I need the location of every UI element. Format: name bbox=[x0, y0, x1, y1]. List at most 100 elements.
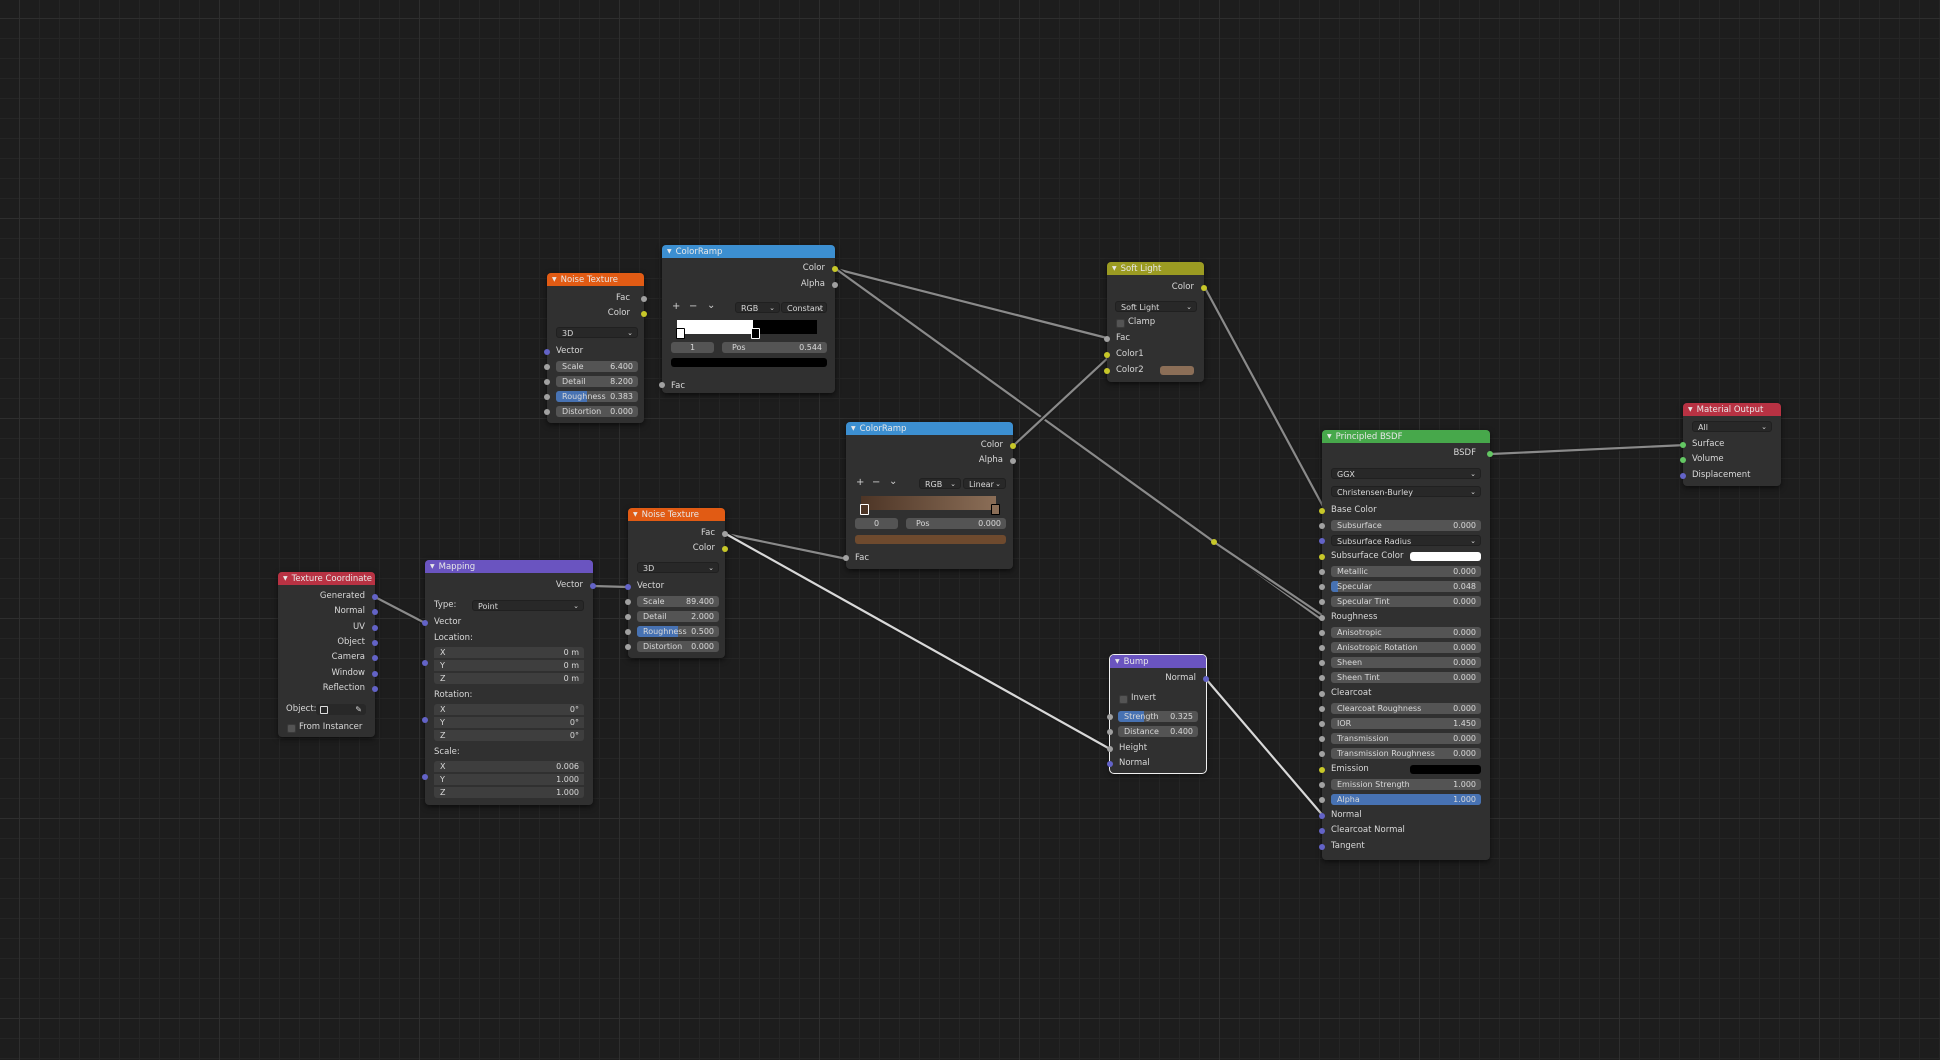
output-bsdf-socket[interactable] bbox=[1487, 451, 1493, 457]
scale-field[interactable]: Scale 6.400 bbox=[556, 361, 638, 372]
stop-position-field[interactable]: Pos 0.544 bbox=[722, 342, 827, 353]
link-texcoord-to-mapping[interactable] bbox=[374, 596, 426, 624]
input-scale-socket[interactable] bbox=[422, 774, 428, 780]
displacement-socket[interactable] bbox=[1680, 473, 1686, 479]
alpha-socket[interactable] bbox=[1319, 797, 1325, 803]
noise-texture-node-2[interactable]: ▼ Noise Texture Fac Color 3D ⌄ Vector Scal… bbox=[625, 508, 728, 658]
ramp-stop-handle-0[interactable] bbox=[860, 504, 869, 515]
clearcoat-socket[interactable] bbox=[1319, 691, 1325, 697]
anisotropic-rotation-socket[interactable] bbox=[1319, 645, 1325, 651]
collapse-arrow-icon[interactable]: ▼ bbox=[283, 572, 288, 585]
remove-stop-button[interactable]: − bbox=[689, 302, 697, 312]
soft-light-header[interactable]: ▼ Soft Light bbox=[1107, 262, 1204, 275]
collapse-arrow-icon[interactable]: ▼ bbox=[1112, 262, 1117, 275]
invert-checkbox[interactable] bbox=[1119, 695, 1128, 704]
output-object-socket[interactable] bbox=[372, 640, 378, 646]
mapping-node[interactable]: ▼ Mapping Vector Type: Point ⌄ Vector Loca… bbox=[422, 560, 596, 805]
collapse-arrow-icon[interactable]: ▼ bbox=[851, 422, 856, 435]
emission-color-swatch[interactable] bbox=[1410, 765, 1481, 774]
ramp-menu-icon[interactable]: ⌄ bbox=[707, 301, 715, 311]
output-alpha-socket[interactable] bbox=[1010, 458, 1016, 464]
dimensions-dropdown[interactable]: 3D ⌄ bbox=[556, 327, 638, 338]
transmission-roughness-field[interactable]: Transmission Roughness 0.000 bbox=[1331, 748, 1481, 759]
input-rotation-socket[interactable] bbox=[422, 717, 428, 723]
clearcoat-normal-socket[interactable] bbox=[1319, 828, 1325, 834]
anisotropic-field[interactable]: Anisotropic 0.000 bbox=[1331, 627, 1481, 638]
principled-bsdf-node[interactable]: ▼ Principled BSDF BSDF GGX ⌄ Christensen-B… bbox=[1319, 430, 1493, 860]
ramp-stop-handle-0[interactable] bbox=[676, 328, 685, 339]
distortion-field[interactable]: Distortion 0.000 bbox=[556, 406, 638, 417]
clamp-checkbox[interactable] bbox=[1116, 319, 1125, 328]
subsurface-radius-socket[interactable] bbox=[1319, 538, 1325, 544]
output-window-socket[interactable] bbox=[372, 671, 378, 677]
output-alpha-socket[interactable] bbox=[832, 282, 838, 288]
add-stop-button[interactable]: + bbox=[672, 302, 680, 312]
strength-socket[interactable] bbox=[1107, 714, 1113, 720]
link-mapping-to-noise2[interactable] bbox=[592, 584, 629, 589]
distribution-dropdown[interactable]: GGX ⌄ bbox=[1331, 468, 1481, 479]
tangent-socket[interactable] bbox=[1319, 844, 1325, 850]
clearcoat-roughness-socket[interactable] bbox=[1319, 706, 1325, 712]
surface-socket[interactable] bbox=[1680, 442, 1686, 448]
anisotropic-rotation-field[interactable]: Anisotropic Rotation 0.000 bbox=[1331, 642, 1481, 653]
transmission-field[interactable]: Transmission 0.000 bbox=[1331, 733, 1481, 744]
sheen-tint-socket[interactable] bbox=[1319, 675, 1325, 681]
output-normal-socket[interactable] bbox=[372, 609, 378, 615]
link-softlight-to-bsdf-basecolor[interactable] bbox=[1203, 285, 1326, 511]
detail-socket[interactable] bbox=[544, 379, 550, 385]
input-fac-socket[interactable] bbox=[843, 555, 849, 561]
detail-field[interactable]: Detail 2.000 bbox=[637, 611, 719, 622]
interpolation-dropdown[interactable]: Constant ⌄ bbox=[781, 302, 827, 313]
input-color1-socket[interactable] bbox=[1104, 352, 1110, 358]
roughness-socket[interactable] bbox=[625, 629, 631, 635]
input-vector-socket[interactable] bbox=[544, 349, 550, 355]
scale-socket[interactable] bbox=[544, 364, 550, 370]
base-color-socket[interactable] bbox=[1319, 508, 1325, 514]
roughness-socket[interactable] bbox=[544, 394, 550, 400]
output-fac-socket[interactable] bbox=[641, 296, 647, 302]
distortion-socket[interactable] bbox=[544, 409, 550, 415]
collapse-arrow-icon[interactable]: ▼ bbox=[1115, 655, 1120, 668]
distance-socket[interactable] bbox=[1107, 729, 1113, 735]
distance-field[interactable]: Distance 0.400 bbox=[1118, 726, 1198, 737]
link-ramp1-to-softlight-fac[interactable] bbox=[835, 267, 1112, 341]
specular-tint-socket[interactable] bbox=[1319, 599, 1325, 605]
alpha-field[interactable]: Alpha 1.000 bbox=[1331, 794, 1481, 805]
ramp-stop-handle-1[interactable] bbox=[991, 504, 1000, 515]
principled-bsdf-header[interactable]: ▼ Principled BSDF bbox=[1322, 430, 1490, 443]
remove-stop-button[interactable]: − bbox=[872, 478, 880, 488]
input-fac-socket[interactable] bbox=[659, 382, 665, 388]
ramp-stop-handle-1[interactable] bbox=[751, 328, 760, 339]
mapping-header[interactable]: ▼ Mapping bbox=[425, 560, 593, 573]
mapping-type-dropdown[interactable]: Point ⌄ bbox=[472, 600, 584, 611]
color-ramp-gradient[interactable] bbox=[677, 320, 817, 334]
location-z-field[interactable]: Z0 m bbox=[434, 673, 584, 684]
metallic-field[interactable]: Metallic 0.000 bbox=[1331, 566, 1481, 577]
link-reroute-to-bsdf-roughness[interactable] bbox=[1213, 541, 1326, 618]
emission-strength-socket[interactable] bbox=[1319, 782, 1325, 788]
rotation-y-field[interactable]: Y 0° bbox=[434, 717, 584, 728]
volume-socket[interactable] bbox=[1680, 457, 1686, 463]
clearcoat-roughness-field[interactable]: Clearcoat Roughness 0.000 bbox=[1331, 703, 1481, 714]
detail-field[interactable]: Detail 8.200 bbox=[556, 376, 638, 387]
scale-socket[interactable] bbox=[625, 599, 631, 605]
bump-header[interactable]: ▼ Bump bbox=[1110, 655, 1206, 668]
input-vector-socket[interactable] bbox=[422, 620, 428, 626]
emission-socket[interactable] bbox=[1319, 767, 1325, 773]
output-color-socket[interactable] bbox=[1201, 285, 1207, 291]
scale-x-field[interactable]: X 0.006 bbox=[434, 761, 584, 772]
link-bump-to-bsdf-normal[interactable] bbox=[1205, 678, 1326, 819]
noise-texture-header[interactable]: ▼ Noise Texture bbox=[628, 508, 725, 521]
output-camera-socket[interactable] bbox=[372, 655, 378, 661]
distortion-field[interactable]: Distortion 0.000 bbox=[637, 641, 719, 652]
rotation-x-field[interactable]: X 0° bbox=[434, 704, 584, 715]
roughness-field[interactable]: Roughness 0.500 bbox=[637, 626, 719, 637]
output-reflection-socket[interactable] bbox=[372, 686, 378, 692]
rotation-z-field[interactable]: Z 0° bbox=[434, 730, 584, 741]
subsurface-radius-field[interactable]: Subsurface Radius ⌄ bbox=[1331, 535, 1481, 546]
scale-y-field[interactable]: Y 1.000 bbox=[434, 774, 584, 785]
strength-field[interactable]: Strength 0.325 bbox=[1118, 711, 1198, 722]
output-vector-socket[interactable] bbox=[590, 583, 596, 589]
stop-color-swatch[interactable] bbox=[671, 358, 827, 367]
stop-index-field[interactable]: 0 bbox=[855, 518, 898, 529]
